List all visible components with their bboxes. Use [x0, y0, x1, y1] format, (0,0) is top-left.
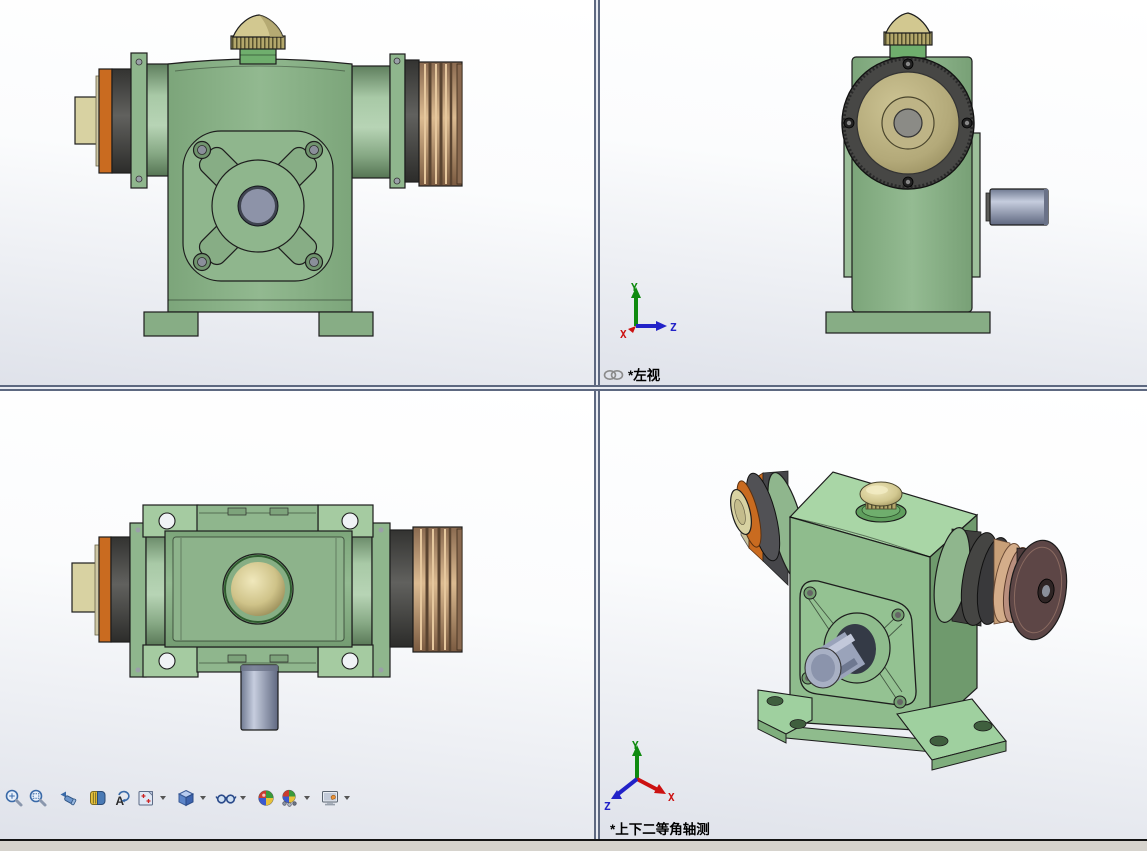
axis-y-label: Y: [632, 739, 639, 752]
left-view-annotation: *左视: [603, 367, 661, 383]
view-orientation-dropdown[interactable]: [158, 787, 168, 809]
view-settings-dropdown[interactable]: [342, 787, 352, 809]
cad-multiview-window: Y Z X *左视 A Y X Z *上下二等角轴测: [0, 0, 1147, 851]
rotate-view-icon[interactable]: A: [111, 787, 133, 809]
zoom-to-fit-icon[interactable]: [3, 787, 25, 809]
viewport-front[interactable]: [0, 0, 594, 385]
dimetric-view-model[interactable]: Y X Z *上下二等角轴测: [600, 391, 1147, 839]
viewport-top[interactable]: A: [0, 391, 594, 839]
axis-z-label: Z: [604, 800, 611, 813]
front-cover-plate: [182, 130, 334, 282]
hide-show-items-icon[interactable]: [215, 787, 237, 809]
viewport-divider-vertical[interactable]: [594, 0, 600, 839]
edit-appearance-icon[interactable]: [255, 787, 277, 809]
left-breather-cap: [883, 12, 933, 59]
status-bar: [0, 841, 1147, 851]
dimetric-view-annotation: *上下二等角轴测: [610, 821, 710, 837]
hide-show-items-dropdown[interactable]: [238, 787, 248, 809]
zoom-to-area-icon[interactable]: [27, 787, 49, 809]
left-view-triad: Y Z X: [620, 281, 677, 341]
previous-view-icon[interactable]: [57, 787, 79, 809]
viewport-left[interactable]: Y Z X *左视: [600, 0, 1147, 385]
front-pulley: [351, 53, 463, 189]
axis-z-label: Z: [670, 321, 677, 334]
apply-scene-dropdown[interactable]: [302, 787, 312, 809]
front-view-model[interactable]: [0, 0, 594, 385]
top-breather-dome: [222, 553, 294, 625]
axis-x-label: X: [668, 791, 675, 804]
front-input-coupling: [74, 52, 171, 189]
heads-up-view-toolbar: A: [2, 785, 352, 811]
display-style-icon[interactable]: [175, 787, 197, 809]
link-icon: [603, 369, 624, 380]
front-breather-cap: [230, 14, 286, 65]
view-label-dimetric: *上下二等角轴测: [610, 821, 710, 837]
top-view-model[interactable]: [0, 391, 594, 839]
left-view-model[interactable]: Y Z X *左视: [600, 0, 1147, 385]
view-settings-icon[interactable]: [319, 787, 341, 809]
viewport-divider-horizontal[interactable]: [0, 385, 1147, 391]
section-view-icon[interactable]: [87, 787, 109, 809]
left-bearing-cover: [841, 56, 975, 190]
axis-y-label: Y: [631, 281, 638, 294]
apply-scene-icon[interactable]: [279, 787, 301, 809]
dimetric-view-triad: Y X Z: [604, 739, 675, 813]
viewport-dimetric[interactable]: Y X Z *上下二等角轴测: [600, 391, 1147, 839]
top-output-shaft: [240, 664, 279, 731]
display-style-dropdown[interactable]: [198, 787, 208, 809]
view-orientation-icon[interactable]: [135, 787, 157, 809]
axis-x-label: X: [620, 328, 627, 341]
left-output-shaft: [985, 188, 1049, 226]
view-label-left: *左视: [628, 367, 661, 383]
